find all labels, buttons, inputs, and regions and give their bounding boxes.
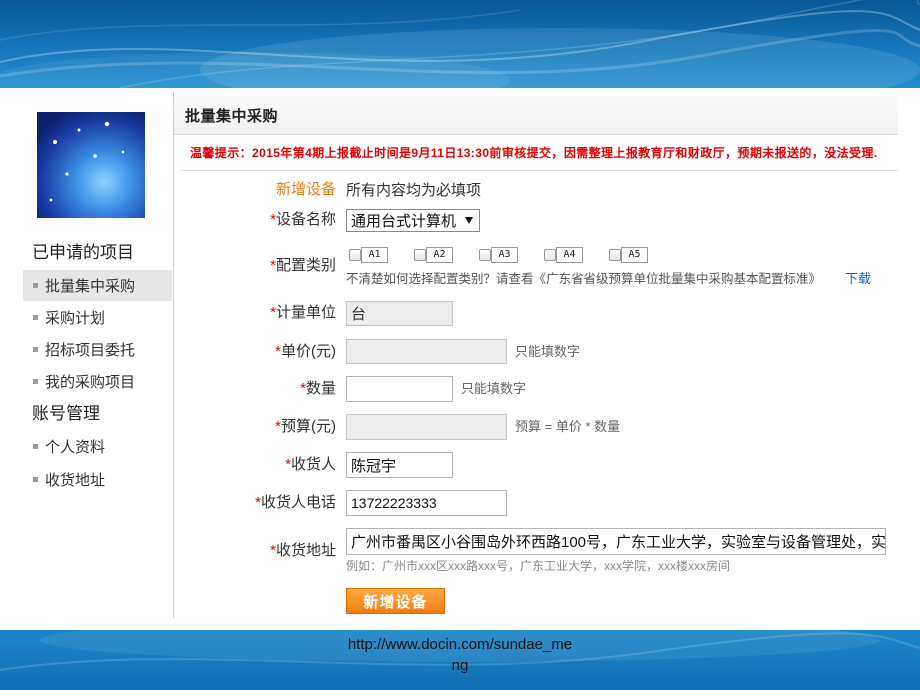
sidebar-item-profile[interactable]: 个人资料 — [23, 431, 172, 462]
chevron-down-icon — [465, 217, 473, 224]
sidebar-divider — [173, 92, 174, 618]
watermark-url-line2: ng — [451, 657, 469, 674]
sidebar-item-purchase-plan[interactable]: 采购计划 — [23, 302, 172, 333]
notice-divider — [180, 170, 898, 171]
unit-label-text: 计量单位 — [275, 304, 336, 321]
receiver-phone-field[interactable]: 13722223333 — [346, 490, 507, 516]
unit-price-label-text: 单价(元) — [281, 343, 336, 360]
device-name-select[interactable]: 通用台式计算机 — [346, 209, 480, 232]
unit-price-hint: 只能填数字 — [515, 344, 581, 359]
bullet-icon — [33, 315, 38, 320]
config-option-label: A4 — [556, 247, 583, 263]
required-note: 所有内容均为必填项 — [346, 182, 482, 199]
device-name-label-text: 设备名称 — [275, 211, 336, 228]
add-device-button[interactable]: 新增设备 — [346, 588, 445, 614]
checkbox-icon[interactable] — [414, 249, 426, 261]
budget-label: *预算(元) — [180, 417, 336, 437]
sidebar-item-label: 个人资料 — [45, 439, 106, 456]
checkbox-icon[interactable] — [544, 249, 556, 261]
banner-decoration — [0, 0, 920, 88]
config-category-label-text: 配置类别 — [275, 257, 336, 274]
sidebar-item-tender-entrust[interactable]: 招标项目委托 — [23, 334, 172, 365]
main-header: 批量集中采购 — [174, 96, 898, 135]
receiver-label: *收货人 — [180, 455, 336, 475]
config-option-a5[interactable]: A5 — [609, 247, 648, 263]
config-option-a2[interactable]: A2 — [414, 247, 453, 263]
address-hint: 例如：广州市xxx区xxx路xxx号，广东工业大学，xxx学院，xxx楼xxx房… — [346, 559, 731, 573]
config-option-a3[interactable]: A3 — [479, 247, 518, 263]
config-option-a4[interactable]: A4 — [544, 247, 583, 263]
config-option-label: A1 — [361, 247, 388, 263]
sidebar-item-my-purchases[interactable]: 我的采购项目 — [23, 366, 172, 397]
quantity-label-text: 数量 — [305, 380, 336, 397]
receiver-field[interactable]: 陈冠宇 — [346, 452, 453, 478]
sidebar-section-title-applied: 已申请的项目 — [32, 243, 134, 262]
watermark-url-line1: http://www.docin.com/sundae_me — [347, 636, 573, 653]
budget-field[interactable] — [346, 414, 507, 440]
download-link[interactable]: 下载 — [845, 270, 871, 288]
checkbox-icon[interactable] — [609, 249, 621, 261]
sidebar-item-label: 招标项目委托 — [45, 342, 136, 359]
notice-banner: 温馨提示：2015年第4期上报截止时间是9月11日13:30前审核提交，因需整理… — [190, 146, 878, 160]
receiver-phone-label-text: 收货人电话 — [260, 494, 336, 511]
device-name-selected-value: 通用台式计算机 — [351, 213, 457, 230]
bullet-icon — [33, 477, 38, 482]
unit-price-label: *单价(元) — [180, 342, 336, 362]
bullet-icon — [33, 379, 38, 384]
config-option-label: A5 — [621, 247, 648, 263]
bullet-icon — [33, 283, 38, 288]
sidebar-item-shipping-address[interactable]: 收货地址 — [23, 464, 172, 495]
address-label-text: 收货地址 — [275, 542, 336, 559]
budget-hint: 预算 = 单价 * 数量 — [515, 419, 621, 434]
config-option-label: A2 — [426, 247, 453, 263]
sidebar-item-bulk-purchase[interactable]: 批量集中采购 — [23, 270, 172, 301]
address-label: *收货地址 — [180, 541, 336, 561]
config-category-label: *配置类别 — [180, 256, 336, 276]
quantity-hint: 只能填数字 — [461, 381, 527, 396]
avatar — [37, 112, 152, 218]
address-field[interactable]: 广州市番禺区小谷围岛外环西路100号，广东工业大学，实验室与设备管理处，实 — [346, 528, 886, 555]
config-category-hint: 不清楚如何选择配置类别？请查看《广东省省级预算单位批量集中采购基本配置标准》 — [346, 272, 822, 286]
budget-label-text: 预算(元) — [281, 418, 336, 435]
receiver-phone-label: *收货人电话 — [180, 493, 336, 513]
unit-price-field[interactable] — [346, 339, 507, 364]
config-option-a1[interactable]: A1 — [349, 247, 388, 263]
receiver-label-text: 收货人 — [290, 456, 336, 473]
sidebar-item-label: 收货地址 — [45, 472, 106, 489]
unit-field[interactable]: 台 — [346, 301, 453, 326]
top-banner — [0, 0, 920, 88]
sidebar-item-label: 采购计划 — [45, 310, 106, 327]
sidebar-item-label: 我的采购项目 — [45, 374, 136, 391]
quantity-field[interactable] — [346, 376, 453, 402]
checkbox-icon[interactable] — [479, 249, 491, 261]
unit-label: *计量单位 — [180, 303, 336, 323]
bullet-icon — [33, 444, 38, 449]
form-section-label: 新增设备 — [275, 181, 336, 198]
page-title: 批量集中采购 — [185, 107, 279, 125]
checkbox-icon[interactable] — [349, 249, 361, 261]
device-name-label: *设备名称 — [180, 210, 336, 230]
sidebar-section-title-account: 账号管理 — [32, 404, 100, 423]
bullet-icon — [33, 347, 38, 352]
quantity-label: *数量 — [180, 379, 336, 399]
sidebar-item-label: 批量集中采购 — [45, 278, 136, 295]
config-option-label: A3 — [491, 247, 518, 263]
